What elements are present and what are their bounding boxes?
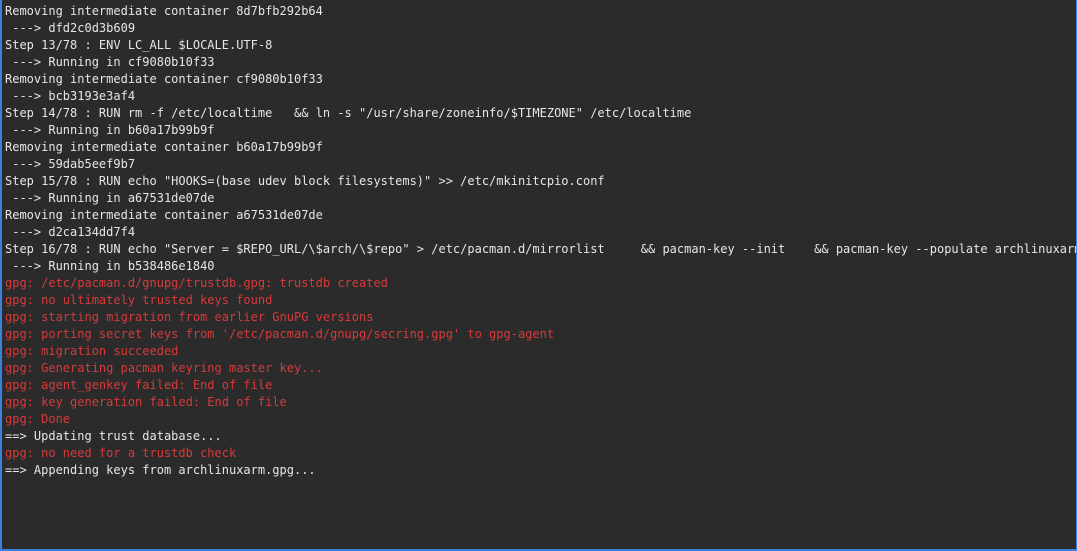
- terminal-line: ==> Appending keys from archlinuxarm.gpg…: [5, 463, 316, 477]
- terminal-error-line: gpg: Done: [5, 412, 71, 426]
- terminal-error-line: gpg: /etc/pacman.d/gnupg/trustdb.gpg: tr…: [5, 276, 388, 290]
- terminal-line: ---> Running in b60a17b99b9f: [5, 123, 215, 137]
- terminal-line: ---> Running in b538486e1840: [5, 259, 215, 273]
- terminal-output: Removing intermediate container 8d7bfb29…: [5, 3, 1076, 479]
- terminal-line: ---> dfd2c0d3b609: [5, 21, 136, 35]
- terminal-line: ==> Updating trust database...: [5, 429, 222, 443]
- terminal-line: ---> 59dab5eef9b7: [5, 157, 136, 171]
- terminal-error-line: gpg: no ultimately trusted keys found: [5, 293, 273, 307]
- terminal-error-line: gpg: agent_genkey failed: End of file: [5, 378, 273, 392]
- terminal-line: Step 13/78 : ENV LC_ALL $LOCALE.UTF-8: [5, 38, 273, 52]
- terminal-error-line: gpg: Generating pacman keyring master ke…: [5, 361, 323, 375]
- terminal-line: Step 14/78 : RUN rm -f /etc/localtime &&…: [5, 106, 692, 120]
- terminal-error-line: gpg: porting secret keys from '/etc/pacm…: [5, 327, 555, 341]
- terminal-error-line: gpg: no need for a trustdb check: [5, 446, 237, 460]
- terminal-error-line: gpg: migration succeeded: [5, 344, 179, 358]
- terminal-line: Removing intermediate container b60a17b9…: [5, 140, 323, 154]
- terminal-line: Removing intermediate container a67531de…: [5, 208, 323, 222]
- terminal-line: ---> Running in cf9080b10f33: [5, 55, 215, 69]
- terminal-line: ---> Running in a67531de07de: [5, 191, 215, 205]
- terminal-window[interactable]: Removing intermediate container 8d7bfb29…: [0, 0, 1077, 551]
- terminal-error-line: gpg: key generation failed: End of file: [5, 395, 287, 409]
- terminal-line: ---> bcb3193e3af4: [5, 89, 136, 103]
- terminal-line: Step 15/78 : RUN echo "HOOKS=(base udev …: [5, 174, 605, 188]
- terminal-line: Step 16/78 : RUN echo "Server = $REPO_UR…: [5, 242, 1076, 256]
- terminal-line: ---> d2ca134dd7f4: [5, 225, 136, 239]
- terminal-error-line: gpg: starting migration from earlier Gnu…: [5, 310, 374, 324]
- terminal-line: Removing intermediate container cf9080b1…: [5, 72, 323, 86]
- terminal-line: Removing intermediate container 8d7bfb29…: [5, 4, 323, 18]
